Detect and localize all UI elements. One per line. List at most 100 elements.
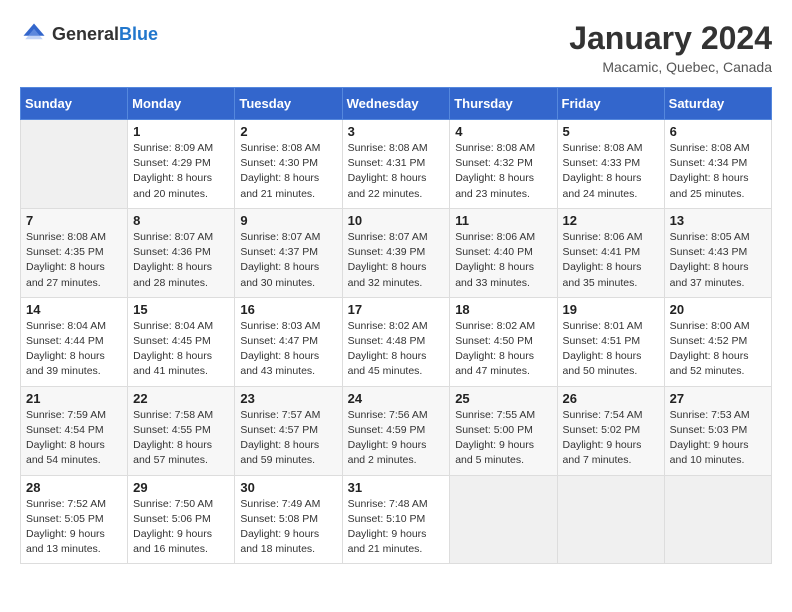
calendar-cell: 31Sunrise: 7:48 AM Sunset: 5:10 PM Dayli… bbox=[342, 475, 450, 564]
day-info: Sunrise: 8:03 AM Sunset: 4:47 PM Dayligh… bbox=[240, 319, 336, 380]
day-number: 5 bbox=[563, 124, 659, 139]
day-info: Sunrise: 7:48 AM Sunset: 5:10 PM Dayligh… bbox=[348, 497, 445, 558]
day-number: 10 bbox=[348, 213, 445, 228]
page-header: GeneralBlue January 2024 Macamic, Quebec… bbox=[20, 20, 772, 75]
calendar-cell: 19 Sunrise: 8:01 AM Sunset: 4:51 PM Dayli… bbox=[557, 297, 664, 386]
weekday-header-friday: Friday bbox=[557, 88, 664, 120]
day-info: Sunrise: 8:08 AM Sunset: 4:35 PM Dayligh… bbox=[26, 230, 122, 291]
day-info: Sunrise: 8:01 AM Sunset: 4:51 PM Dayligh… bbox=[563, 319, 659, 380]
day-info: Sunrise: 8:06 AM Sunset: 4:40 PM Dayligh… bbox=[455, 230, 551, 291]
day-number: 16 bbox=[240, 302, 336, 317]
day-number: 18 bbox=[455, 302, 551, 317]
calendar-cell: 30 Sunrise: 7:49 AM Sunset: 5:08 PM Dayli… bbox=[235, 475, 342, 564]
weekday-header-saturday: Saturday bbox=[664, 88, 771, 120]
calendar-cell: 11 Sunrise: 8:06 AM Sunset: 4:40 PM Dayli… bbox=[450, 208, 557, 297]
day-number: 11 bbox=[455, 213, 551, 228]
day-number: 14 bbox=[26, 302, 122, 317]
day-info: Sunrise: 8:08 AM Sunset: 4:34 PM Dayligh… bbox=[670, 141, 766, 202]
calendar-cell: 13 Sunrise: 8:05 AM Sunset: 4:43 PM Dayli… bbox=[664, 208, 771, 297]
day-number: 2 bbox=[240, 124, 336, 139]
day-number: 13 bbox=[670, 213, 766, 228]
day-info: Sunrise: 8:07 AM Sunset: 4:37 PM Dayligh… bbox=[240, 230, 336, 291]
weekday-header-tuesday: Tuesday bbox=[235, 88, 342, 120]
day-number: 19 bbox=[563, 302, 659, 317]
day-info: Sunrise: 8:06 AM Sunset: 4:41 PM Dayligh… bbox=[563, 230, 659, 291]
calendar-cell: 3Sunrise: 8:08 AM Sunset: 4:31 PM Daylig… bbox=[342, 120, 450, 209]
day-number: 7 bbox=[26, 213, 122, 228]
day-info: Sunrise: 8:02 AM Sunset: 4:48 PM Dayligh… bbox=[348, 319, 445, 380]
title-area: January 2024 Macamic, Quebec, Canada bbox=[569, 20, 772, 75]
day-info: Sunrise: 7:57 AM Sunset: 4:57 PM Dayligh… bbox=[240, 408, 336, 469]
calendar-cell bbox=[21, 120, 128, 209]
calendar-cell bbox=[664, 475, 771, 564]
day-info: Sunrise: 8:02 AM Sunset: 4:50 PM Dayligh… bbox=[455, 319, 551, 380]
calendar-cell: 18 Sunrise: 8:02 AM Sunset: 4:50 PM Dayli… bbox=[450, 297, 557, 386]
day-number: 23 bbox=[240, 391, 336, 406]
weekday-header-thursday: Thursday bbox=[450, 88, 557, 120]
day-number: 28 bbox=[26, 480, 122, 495]
calendar-cell: 5 Sunrise: 8:08 AM Sunset: 4:33 PM Daylig… bbox=[557, 120, 664, 209]
week-row-3: 14Sunrise: 8:04 AM Sunset: 4:44 PM Dayli… bbox=[21, 297, 772, 386]
day-info: Sunrise: 7:59 AM Sunset: 4:54 PM Dayligh… bbox=[26, 408, 122, 469]
day-info: Sunrise: 8:07 AM Sunset: 4:36 PM Dayligh… bbox=[133, 230, 229, 291]
day-info: Sunrise: 8:05 AM Sunset: 4:43 PM Dayligh… bbox=[670, 230, 766, 291]
day-info: Sunrise: 8:08 AM Sunset: 4:32 PM Dayligh… bbox=[455, 141, 551, 202]
day-number: 12 bbox=[563, 213, 659, 228]
day-number: 8 bbox=[133, 213, 229, 228]
day-number: 1 bbox=[133, 124, 229, 139]
calendar-cell: 2 Sunrise: 8:08 AM Sunset: 4:30 PM Daylig… bbox=[235, 120, 342, 209]
calendar-cell bbox=[557, 475, 664, 564]
logo: GeneralBlue bbox=[20, 20, 158, 48]
day-number: 26 bbox=[563, 391, 659, 406]
week-row-5: 28 Sunrise: 7:52 AM Sunset: 5:05 PM Dayli… bbox=[21, 475, 772, 564]
logo-text-blue: Blue bbox=[119, 24, 158, 44]
day-number: 30 bbox=[240, 480, 336, 495]
day-info: Sunrise: 8:00 AM Sunset: 4:52 PM Dayligh… bbox=[670, 319, 766, 380]
day-info: Sunrise: 7:53 AM Sunset: 5:03 PM Dayligh… bbox=[670, 408, 766, 469]
day-info: Sunrise: 7:58 AM Sunset: 4:55 PM Dayligh… bbox=[133, 408, 229, 469]
weekday-header-sunday: Sunday bbox=[21, 88, 128, 120]
calendar-cell: 12 Sunrise: 8:06 AM Sunset: 4:41 PM Dayli… bbox=[557, 208, 664, 297]
day-info: Sunrise: 8:08 AM Sunset: 4:30 PM Dayligh… bbox=[240, 141, 336, 202]
calendar-cell: 4Sunrise: 8:08 AM Sunset: 4:32 PM Daylig… bbox=[450, 120, 557, 209]
calendar-cell: 9 Sunrise: 8:07 AM Sunset: 4:37 PM Daylig… bbox=[235, 208, 342, 297]
day-number: 24 bbox=[348, 391, 445, 406]
weekday-header-row: SundayMondayTuesdayWednesdayThursdayFrid… bbox=[21, 88, 772, 120]
day-info: Sunrise: 7:52 AM Sunset: 5:05 PM Dayligh… bbox=[26, 497, 122, 558]
day-info: Sunrise: 7:54 AM Sunset: 5:02 PM Dayligh… bbox=[563, 408, 659, 469]
day-number: 15 bbox=[133, 302, 229, 317]
calendar-cell: 26 Sunrise: 7:54 AM Sunset: 5:02 PM Dayli… bbox=[557, 386, 664, 475]
location-title: Macamic, Quebec, Canada bbox=[569, 59, 772, 75]
calendar-cell: 10Sunrise: 8:07 AM Sunset: 4:39 PM Dayli… bbox=[342, 208, 450, 297]
week-row-1: 1Sunrise: 8:09 AM Sunset: 4:29 PM Daylig… bbox=[21, 120, 772, 209]
calendar-cell: 6 Sunrise: 8:08 AM Sunset: 4:34 PM Daylig… bbox=[664, 120, 771, 209]
day-info: Sunrise: 7:56 AM Sunset: 4:59 PM Dayligh… bbox=[348, 408, 445, 469]
weekday-header-wednesday: Wednesday bbox=[342, 88, 450, 120]
week-row-2: 7 Sunrise: 8:08 AM Sunset: 4:35 PM Daylig… bbox=[21, 208, 772, 297]
day-number: 29 bbox=[133, 480, 229, 495]
month-title: January 2024 bbox=[569, 20, 772, 57]
logo-text-general: General bbox=[52, 24, 119, 44]
day-number: 6 bbox=[670, 124, 766, 139]
calendar-cell: 25Sunrise: 7:55 AM Sunset: 5:00 PM Dayli… bbox=[450, 386, 557, 475]
calendar-cell: 17 Sunrise: 8:02 AM Sunset: 4:48 PM Dayli… bbox=[342, 297, 450, 386]
day-number: 25 bbox=[455, 391, 551, 406]
calendar-cell: 15 Sunrise: 8:04 AM Sunset: 4:45 PM Dayli… bbox=[128, 297, 235, 386]
day-number: 22 bbox=[133, 391, 229, 406]
day-info: Sunrise: 8:08 AM Sunset: 4:33 PM Dayligh… bbox=[563, 141, 659, 202]
day-info: Sunrise: 7:49 AM Sunset: 5:08 PM Dayligh… bbox=[240, 497, 336, 558]
calendar-cell: 22 Sunrise: 7:58 AM Sunset: 4:55 PM Dayli… bbox=[128, 386, 235, 475]
day-number: 20 bbox=[670, 302, 766, 317]
day-info: Sunrise: 8:04 AM Sunset: 4:45 PM Dayligh… bbox=[133, 319, 229, 380]
day-number: 17 bbox=[348, 302, 445, 317]
day-number: 21 bbox=[26, 391, 122, 406]
calendar-cell: 8 Sunrise: 8:07 AM Sunset: 4:36 PM Daylig… bbox=[128, 208, 235, 297]
calendar-cell: 28 Sunrise: 7:52 AM Sunset: 5:05 PM Dayli… bbox=[21, 475, 128, 564]
calendar-cell: 21 Sunrise: 7:59 AM Sunset: 4:54 PM Dayli… bbox=[21, 386, 128, 475]
calendar-cell: 1Sunrise: 8:09 AM Sunset: 4:29 PM Daylig… bbox=[128, 120, 235, 209]
calendar-cell: 20 Sunrise: 8:00 AM Sunset: 4:52 PM Dayli… bbox=[664, 297, 771, 386]
day-number: 9 bbox=[240, 213, 336, 228]
day-number: 27 bbox=[670, 391, 766, 406]
weekday-header-monday: Monday bbox=[128, 88, 235, 120]
logo-icon bbox=[20, 20, 48, 48]
